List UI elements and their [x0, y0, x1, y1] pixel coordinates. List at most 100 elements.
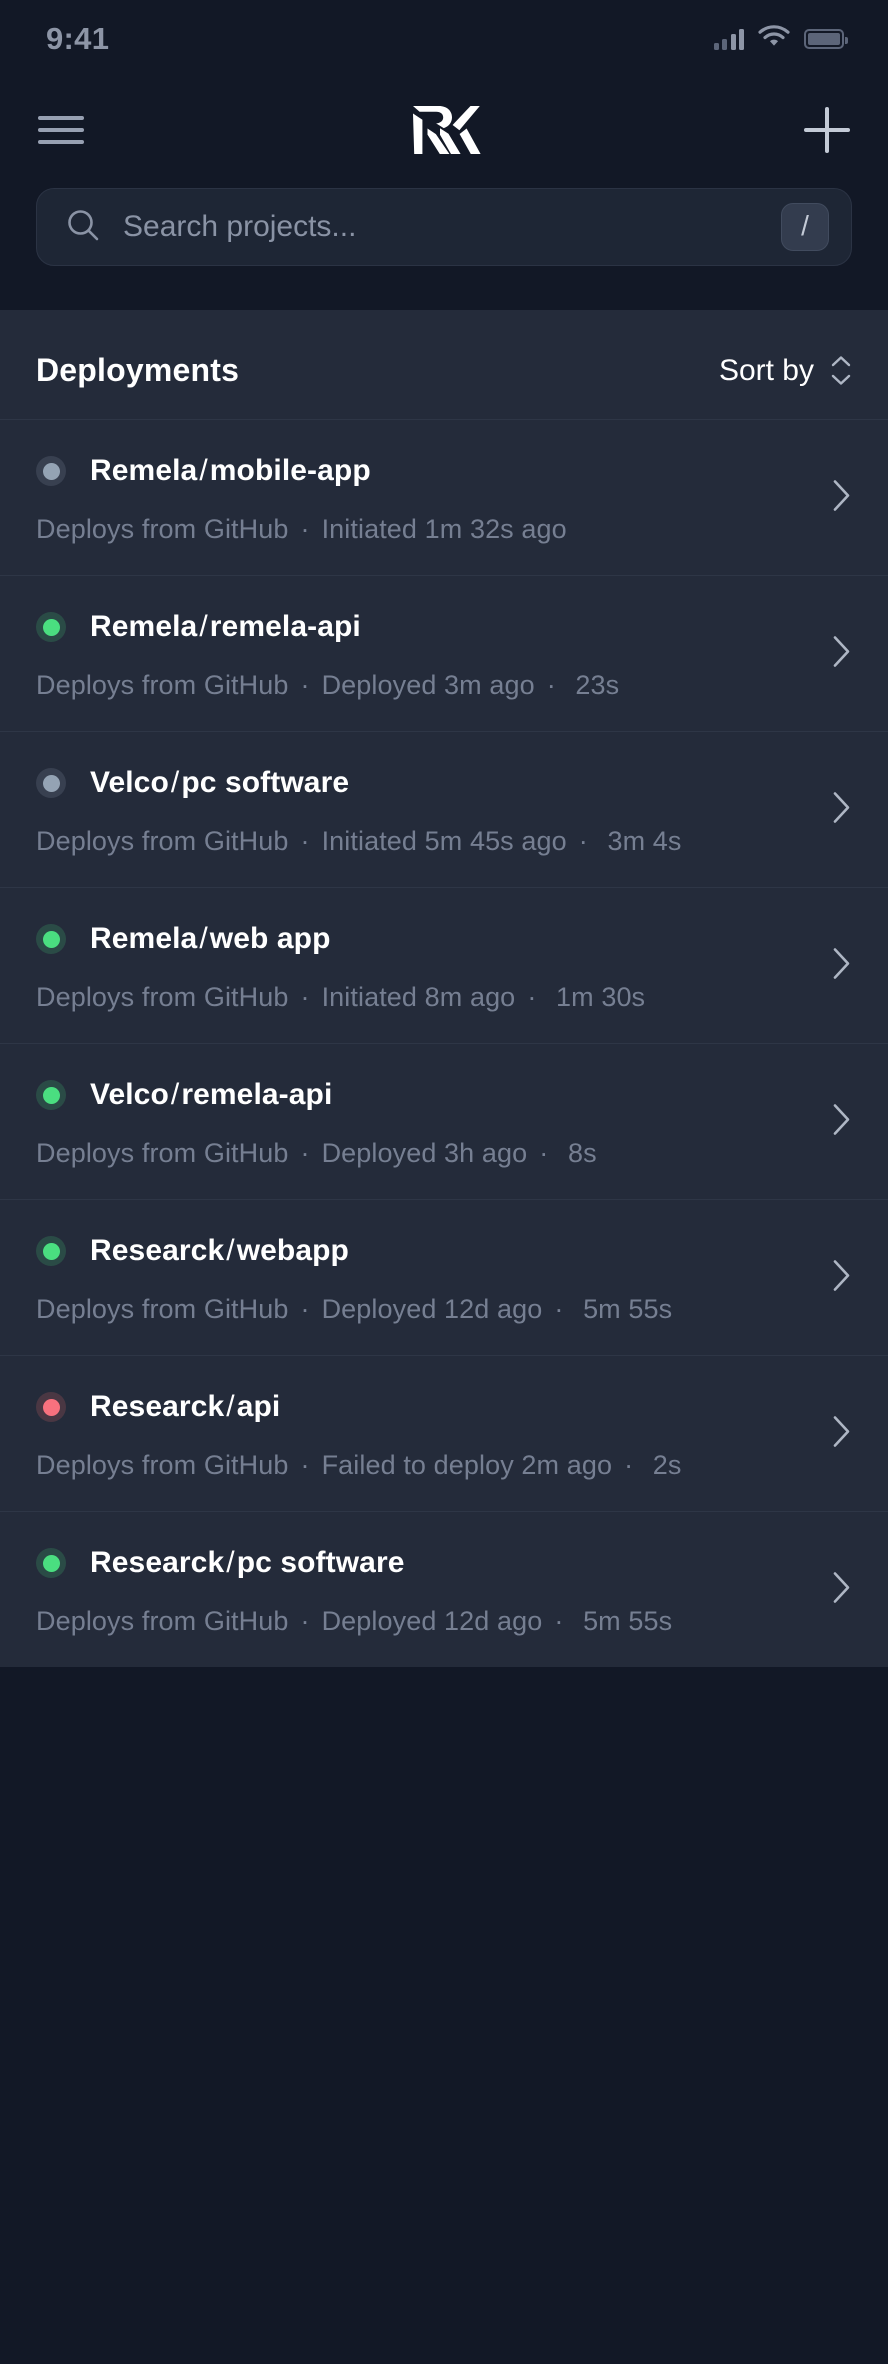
page-title: Deployments	[36, 352, 240, 388]
deployment-duration: 23s	[575, 670, 620, 700]
deployment-title: Researck/api	[90, 1390, 280, 1424]
deployment-meta: Deploys from GitHub · Failed to deploy 2m …	[36, 1450, 852, 1481]
chevron-up-down-icon	[830, 355, 852, 386]
deployment-org: Remela	[90, 610, 198, 643]
deployment-duration: 5m 55s	[583, 1606, 673, 1636]
deployment-duration: 8s	[567, 1138, 597, 1168]
deployment-org: Remela	[90, 454, 198, 487]
deployment-meta: Deploys from GitHub · Initiated 1m 32s ago	[36, 514, 852, 545]
deployment-row[interactable]: Remela/remela-api Deploys from GitHub · De…	[0, 575, 888, 731]
status-dot-success	[36, 612, 66, 642]
status-bar-icons	[713, 25, 848, 53]
deployment-state: Deployed 12d ago	[321, 1294, 543, 1324]
deployment-state: Initiated 5m 45s ago	[321, 826, 567, 856]
deployment-source: Deploys from GitHub	[36, 1606, 289, 1636]
deployment-org: Researck	[90, 1234, 225, 1267]
deployment-org: Researck	[90, 1390, 225, 1423]
deployment-row[interactable]: Researck/webapp Deploys from GitHub · Depl…	[0, 1199, 888, 1355]
deployment-project: pc software	[181, 766, 350, 799]
meta-separator: ·	[300, 982, 310, 1012]
meta-separator: ·	[300, 1450, 310, 1480]
deployment-source: Deploys from GitHub	[36, 514, 289, 544]
search-icon	[65, 207, 101, 248]
deployment-meta: Deploys from GitHub · Deployed 3m ago · 23s	[36, 670, 852, 701]
deployment-row-heading: Researck/webapp	[36, 1234, 852, 1268]
sort-by-label: Sort by	[718, 353, 814, 387]
deployment-org: Remela	[90, 922, 198, 955]
deployment-row[interactable]: Velco/pc software Deploys from GitHub · In…	[0, 731, 888, 887]
title-separator: /	[226, 1546, 235, 1579]
deployment-title: Remela/remela-api	[90, 610, 361, 644]
title-separator: /	[226, 1390, 235, 1423]
title-separator: /	[199, 610, 208, 643]
deployment-source: Deploys from GitHub	[36, 826, 289, 856]
chevron-right-icon[interactable]	[832, 634, 852, 673]
title-separator: /	[170, 1078, 180, 1111]
deployment-title: Velco/remela-api	[90, 1078, 332, 1112]
meta-separator: ·	[539, 1138, 549, 1168]
status-dot-success	[36, 924, 66, 954]
deployment-row[interactable]: Velco/remela-api Deploys from GitHub · Dep…	[0, 1043, 888, 1199]
chevron-right-icon[interactable]	[832, 478, 852, 517]
deployment-meta: Deploys from GitHub · Initiated 5m 45s ago…	[36, 826, 852, 857]
deployments-panel: Deployments Sort by Remela/mobile-app De…	[0, 310, 888, 1667]
meta-separator: ·	[624, 1450, 634, 1480]
deployment-org: Velco	[90, 766, 169, 799]
plus-icon[interactable]	[804, 107, 850, 153]
hamburger-menu-icon[interactable]	[38, 116, 84, 144]
chevron-right-icon[interactable]	[832, 1414, 852, 1453]
deployment-meta: Deploys from GitHub · Initiated 8m ago · 1m…	[36, 982, 852, 1013]
deployment-state: Deployed 3m ago	[321, 670, 535, 700]
deployment-project: api	[236, 1390, 281, 1423]
wifi-icon	[758, 25, 790, 53]
search-input[interactable]	[123, 210, 759, 244]
chevron-right-icon[interactable]	[832, 1102, 852, 1141]
deployment-source: Deploys from GitHub	[36, 982, 289, 1012]
deployment-org: Velco	[90, 1078, 169, 1111]
search-bar-container: /	[0, 182, 888, 310]
deployment-state: Initiated 1m 32s ago	[321, 514, 567, 544]
title-separator: /	[199, 922, 208, 955]
deployment-row-heading: Velco/remela-api	[36, 1078, 852, 1112]
deployment-row[interactable]: Remela/web app Deploys from GitHub · Initi…	[0, 887, 888, 1043]
status-dot-pending	[36, 768, 66, 798]
deployment-state: Failed to deploy 2m ago	[321, 1450, 613, 1480]
chevron-right-icon[interactable]	[832, 946, 852, 985]
deployment-source: Deploys from GitHub	[36, 1294, 289, 1324]
deployment-row[interactable]: Researck/pc software Deploys from GitHub…	[0, 1511, 888, 1667]
deployment-meta: Deploys from GitHub · Deployed 3h ago · 8s	[36, 1138, 852, 1169]
deployment-title: Remela/mobile-app	[90, 454, 371, 488]
status-bar: 9:41	[0, 0, 888, 78]
deployment-source: Deploys from GitHub	[36, 670, 289, 700]
deployments-list: Remela/mobile-app Deploys from GitHub · In…	[0, 419, 888, 1667]
meta-separator: ·	[300, 1606, 310, 1636]
sort-by-control[interactable]: Sort by	[719, 354, 852, 388]
chevron-right-icon[interactable]	[832, 1570, 852, 1609]
deployment-org: Researck	[90, 1546, 225, 1579]
deployment-row[interactable]: Remela/mobile-app Deploys from GitHub · In…	[0, 419, 888, 575]
deployment-meta: Deploys from GitHub · Deployed 12d ago · 5m…	[36, 1606, 852, 1637]
search-shortcut-key[interactable]: /	[781, 203, 829, 251]
title-separator: /	[199, 454, 208, 487]
deployment-duration: 1m 30s	[556, 982, 646, 1012]
status-dot-failed	[36, 1392, 66, 1422]
deployments-header: Deployments Sort by	[0, 310, 888, 419]
deployment-title: Velco/pc software	[90, 766, 349, 800]
chevron-right-icon[interactable]	[832, 1258, 852, 1297]
title-separator: /	[170, 766, 180, 799]
status-dot-pending	[36, 456, 66, 486]
search-bar[interactable]: /	[36, 188, 852, 266]
deployment-duration: 3m 4s	[607, 826, 682, 856]
deployment-row[interactable]: Researck/api Deploys from GitHub · Failed …	[0, 1355, 888, 1511]
status-bar-time: 9:41	[46, 21, 110, 56]
deployment-row-heading: Velco/pc software	[36, 766, 852, 800]
deployment-project: pc software	[236, 1546, 405, 1579]
deployment-project: web app	[209, 922, 331, 955]
deployment-row-heading: Researck/pc software	[36, 1546, 852, 1580]
meta-separator: ·	[300, 514, 310, 544]
signal-bars-icon	[713, 28, 744, 50]
deployment-row-heading: Researck/api	[36, 1390, 852, 1424]
chevron-right-icon[interactable]	[832, 790, 852, 829]
meta-separator: ·	[546, 670, 556, 700]
deployment-title: Researck/pc software	[90, 1546, 405, 1580]
